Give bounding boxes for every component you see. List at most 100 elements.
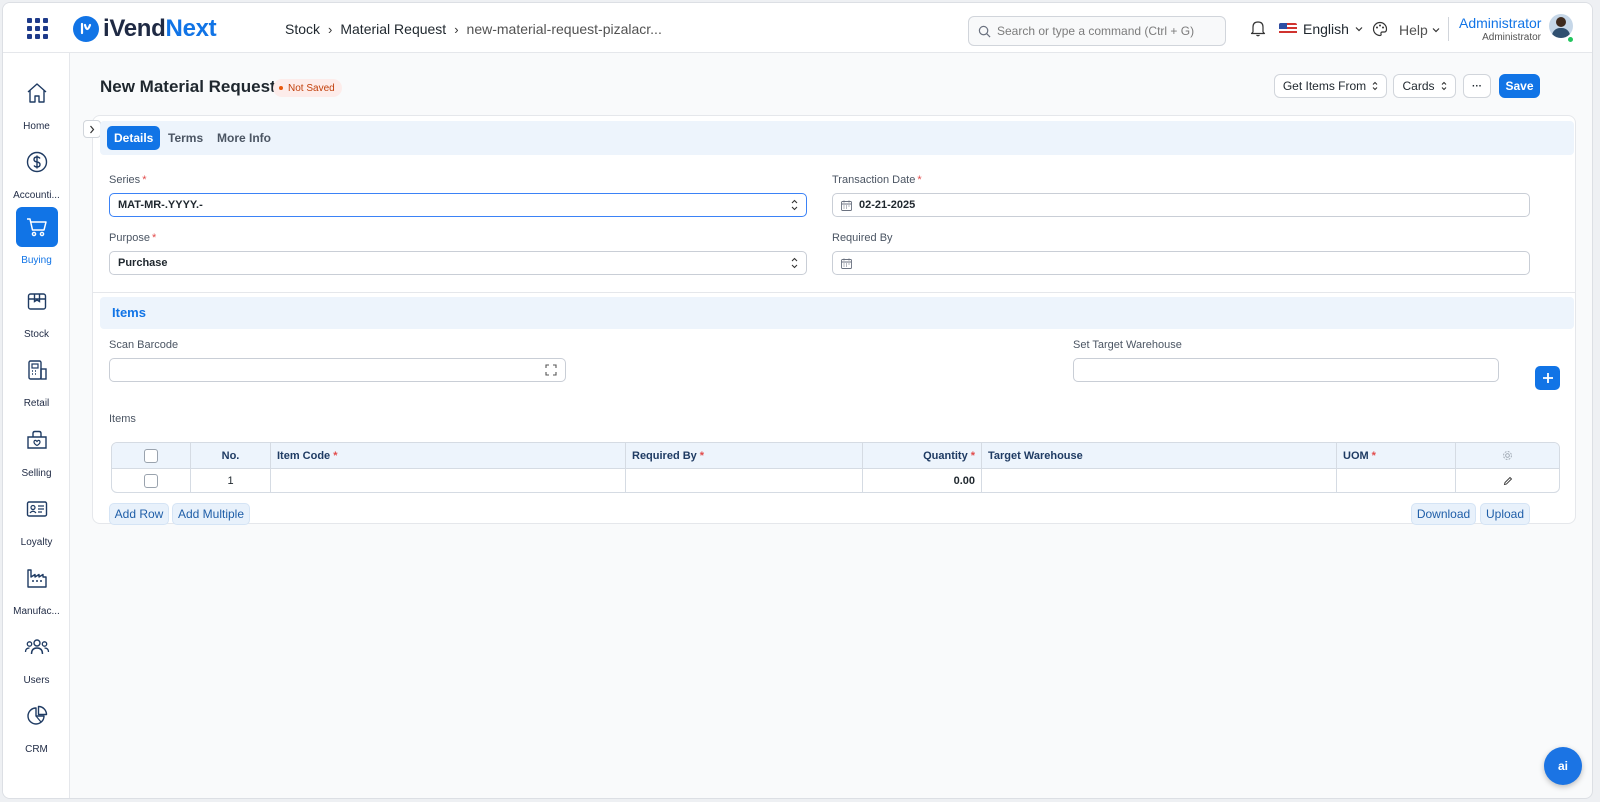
tab-more-info[interactable]: More Info (210, 126, 278, 150)
sidebar-item-selling[interactable]: Selling (3, 420, 70, 479)
row-quantity-cell[interactable]: 0.00 (863, 469, 982, 492)
palette-icon[interactable] (1372, 21, 1388, 42)
set-target-warehouse-input[interactable] (1073, 358, 1499, 382)
sidebar-item-manufacturing[interactable]: Manufac... (3, 558, 70, 617)
row-checkbox[interactable] (144, 474, 158, 488)
search-bar[interactable] (968, 16, 1226, 46)
save-button[interactable]: Save (1499, 74, 1540, 98)
column-header-target-warehouse: Target Warehouse (982, 443, 1337, 468)
tab-terms[interactable]: Terms (161, 126, 210, 150)
sort-chevrons-icon (1441, 81, 1446, 91)
brand-mark-icon (73, 16, 99, 42)
sidebar-item-buying[interactable]: Buying (3, 207, 70, 266)
sidebar-item-accounting[interactable]: Accounti... (3, 142, 70, 201)
purpose-select[interactable]: Purchase (109, 251, 807, 275)
pie-chart-icon (16, 696, 58, 736)
series-value: MAT-MR-.YYYY.- (118, 199, 203, 211)
set-target-warehouse-label: Set Target Warehouse (1073, 339, 1182, 351)
select-chevrons-icon (791, 199, 798, 211)
page-title: New Material Request (100, 77, 276, 96)
sidebar-item-loyalty[interactable]: Loyalty (3, 489, 70, 548)
chevron-down-icon (1432, 28, 1440, 33)
row-required-by-cell[interactable] (626, 469, 863, 492)
search-input[interactable] (997, 24, 1217, 38)
scan-icon[interactable] (545, 364, 557, 376)
transaction-date-label: Transaction Date * (832, 174, 922, 186)
status-dot-icon (279, 86, 283, 90)
sidebar-item-label: Loyalty (20, 537, 53, 548)
top-navbar: iVendNext Stock › Material Request › new… (3, 3, 1592, 53)
select-all-checkbox[interactable] (144, 448, 158, 463)
user-role: Administrator (1482, 32, 1541, 43)
sort-chevrons-icon (1372, 81, 1378, 91)
tab-details[interactable]: Details (107, 126, 161, 150)
column-settings-cell (1456, 443, 1559, 468)
apps-grid-icon[interactable] (27, 18, 48, 39)
series-label: Series * (109, 174, 147, 186)
sidebar-toggle-button[interactable] (83, 120, 101, 138)
online-status-indicator (1567, 36, 1574, 43)
breadcrumb-stock[interactable]: Stock (285, 21, 320, 37)
sidebar-item-home[interactable]: Home (3, 73, 70, 132)
box-icon (16, 281, 58, 321)
bag-icon (16, 420, 58, 460)
row-item-code-cell[interactable] (271, 469, 626, 492)
series-select[interactable]: MAT-MR-.YYYY.- (109, 193, 807, 217)
help-menu[interactable]: Help (1399, 22, 1440, 38)
cards-label: Cards (1402, 79, 1435, 93)
users-icon (16, 627, 58, 667)
add-row-button[interactable]: Add Row (109, 503, 169, 525)
calendar-icon (841, 200, 852, 211)
sidebar-item-label: Users (23, 675, 50, 686)
column-header-uom: UOM * (1337, 443, 1456, 468)
sidebar-item-label: CRM (25, 744, 48, 755)
form-tabs (100, 121, 1574, 155)
row-no-cell: 1 (191, 469, 271, 492)
brand-logo[interactable]: iVendNext (73, 14, 217, 44)
notification-bell-icon[interactable] (1250, 20, 1266, 42)
table-row[interactable]: 1 0.00 (112, 469, 1559, 492)
items-section-header[interactable] (100, 297, 1574, 329)
add-warehouse-button[interactable] (1535, 366, 1560, 390)
gear-icon[interactable] (1502, 450, 1513, 461)
column-header-item-code: Item Code * (271, 443, 626, 468)
sidebar-item-label: Selling (21, 468, 52, 479)
items-table-label: Items (109, 413, 136, 425)
navbar-divider (1448, 17, 1449, 41)
download-button[interactable]: Download (1411, 503, 1476, 525)
required-by-field[interactable] (832, 251, 1530, 275)
column-header-no: No. (191, 443, 271, 468)
chevron-right-icon (90, 125, 95, 133)
scan-barcode-input[interactable] (109, 358, 566, 382)
column-header-quantity: Quantity * (863, 443, 982, 468)
get-items-from-button[interactable]: Get Items From (1274, 74, 1387, 98)
language-selector[interactable]: English (1279, 21, 1363, 37)
sidebar-item-stock[interactable]: Stock (3, 281, 70, 340)
sidebar-item-label: Stock (23, 329, 49, 340)
dollar-icon (16, 142, 58, 182)
app-window: iVendNext Stock › Material Request › new… (2, 2, 1593, 799)
upload-button[interactable]: Upload (1480, 503, 1530, 525)
required-by-label: Required By (832, 232, 893, 244)
breadcrumb: Stock › Material Request › new-material-… (285, 21, 662, 37)
breadcrumb-current: new-material-request-pizalacr... (466, 21, 662, 37)
search-icon (978, 25, 991, 37)
row-target-warehouse-cell[interactable] (982, 469, 1337, 492)
calendar-icon (841, 258, 852, 269)
add-multiple-button[interactable]: Add Multiple (172, 503, 250, 525)
transaction-date-field[interactable]: 02-21-2025 (832, 193, 1530, 217)
sidebar-item-users[interactable]: Users (3, 627, 70, 686)
cards-button[interactable]: Cards (1393, 74, 1456, 98)
breadcrumb-material-request[interactable]: Material Request (340, 21, 446, 37)
sidebar-item-retail[interactable]: Retail (3, 350, 70, 409)
pencil-icon[interactable] (1503, 476, 1513, 486)
sidebar-item-crm[interactable]: CRM (3, 696, 70, 755)
chevron-right-icon: › (328, 21, 333, 37)
more-actions-button[interactable]: ··· (1463, 74, 1491, 98)
header-select-cell (112, 443, 191, 468)
row-uom-cell[interactable] (1337, 469, 1456, 492)
avatar[interactable] (1549, 14, 1573, 38)
ai-assistant-button[interactable]: ai (1544, 747, 1582, 785)
purpose-label: Purpose * (109, 232, 157, 244)
user-menu[interactable]: Administrator Administrator (1459, 15, 1541, 43)
